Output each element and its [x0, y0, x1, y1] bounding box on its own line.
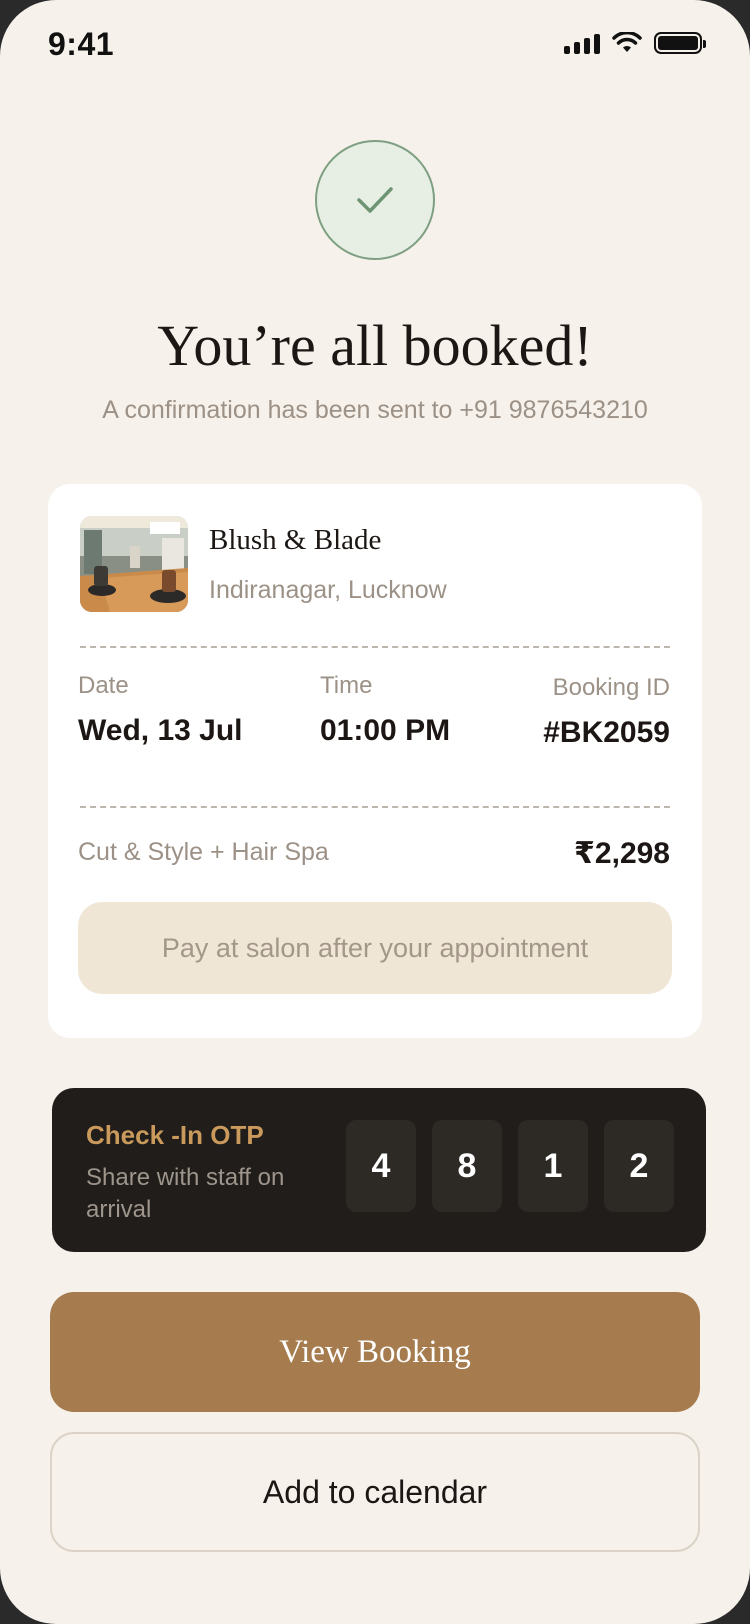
service-price: ₹2,298: [574, 837, 670, 870]
service-name: Cut & Style + Hair Spa: [78, 838, 329, 866]
wifi-icon: [612, 32, 642, 52]
success-check: [315, 140, 435, 260]
time-value: 01:00 PM: [320, 714, 451, 747]
salon-photo: [80, 516, 188, 612]
otp-digit: 8: [432, 1120, 502, 1212]
booking-id-label: Booking ID: [552, 674, 670, 701]
view-booking-button[interactable]: View Booking: [50, 1292, 700, 1412]
booking-confirmation-screen: 9:41 You’re all booked! A confirmation h…: [0, 0, 750, 1624]
date-label: Date: [78, 672, 129, 699]
checkin-otp-card: Check -In OTP Share with staff on arriva…: [52, 1088, 706, 1252]
booking-id-value: #BK2059: [543, 716, 670, 749]
signal-icon: [564, 32, 600, 54]
salon-location: Indiranagar, Lucknow: [209, 576, 447, 604]
page-title: You’re all booked!: [157, 313, 593, 378]
otp-digits: 4 8 1 2: [346, 1120, 674, 1212]
date-value: Wed, 13 Jul: [78, 714, 243, 747]
booking-card: Blush & Blade Indiranagar, Lucknow Date …: [48, 484, 702, 1038]
time-label: Time: [320, 672, 373, 699]
otp-digit: 1: [518, 1120, 588, 1212]
pay-note: Pay at salon after your appointment: [78, 902, 672, 994]
add-to-calendar-button[interactable]: Add to calendar: [50, 1432, 700, 1552]
status-time: 9:41: [48, 26, 115, 62]
otp-title: Check -In OTP: [86, 1120, 264, 1150]
otp-digit: 2: [604, 1120, 674, 1212]
otp-subtitle: Share with staff on arrival: [86, 1164, 285, 1223]
salon-name: Blush & Blade: [209, 524, 382, 556]
otp-digit: 4: [346, 1120, 416, 1212]
checkmark-icon: [357, 187, 393, 213]
divider: [80, 646, 670, 648]
status-icons: [564, 32, 706, 54]
confirmation-subtitle: A confirmation has been sent to +91 9876…: [102, 396, 648, 424]
divider: [80, 806, 670, 808]
battery-icon: [654, 32, 706, 54]
